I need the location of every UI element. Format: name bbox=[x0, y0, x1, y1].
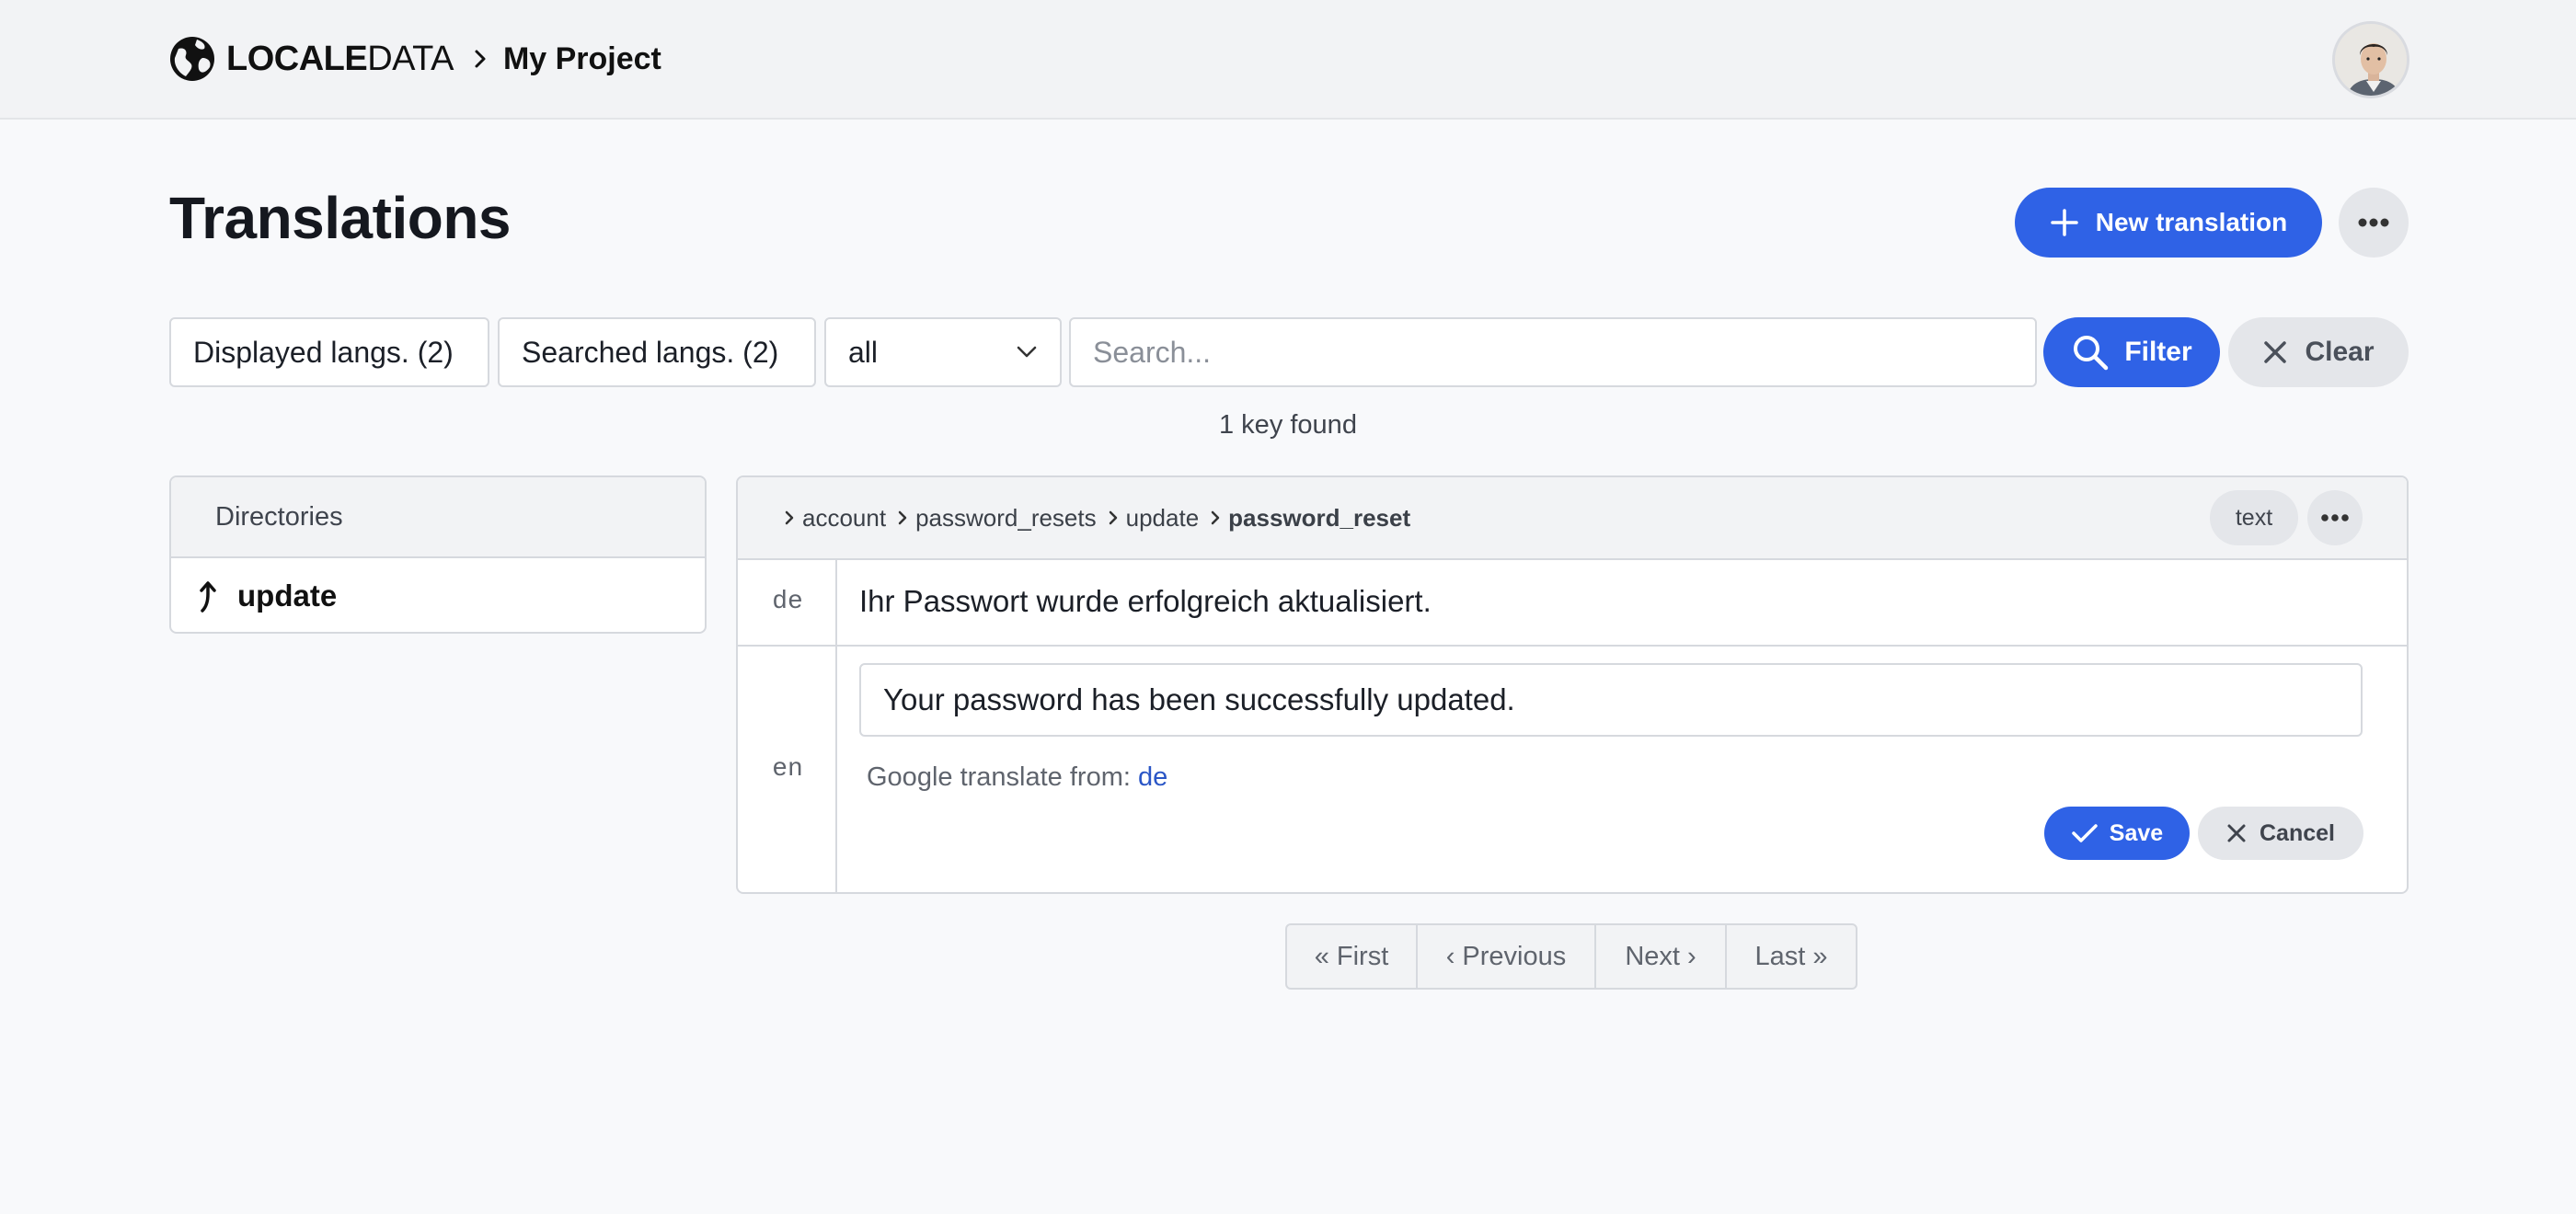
more-options-button[interactable] bbox=[2339, 188, 2409, 258]
ellipsis-icon bbox=[2321, 514, 2349, 521]
lang-cell: en bbox=[738, 647, 837, 892]
results-count: 1 key found bbox=[1219, 410, 1357, 440]
new-translation-label: New translation bbox=[2095, 208, 2288, 236]
searched-langs-label: Searched langs. (2) bbox=[522, 335, 779, 369]
key-path-label: account bbox=[802, 503, 887, 532]
directory-item-label: update bbox=[237, 578, 338, 613]
check-icon bbox=[2072, 824, 2098, 842]
translation-input-value: Your password has been successfully upda… bbox=[883, 682, 1515, 716]
key-path-segment[interactable]: update bbox=[1106, 503, 1200, 533]
search-placeholder: Search... bbox=[1093, 335, 1212, 369]
scope-select[interactable]: all bbox=[824, 317, 1062, 387]
chevron-right-icon bbox=[1109, 510, 1117, 525]
key-more-button[interactable] bbox=[2307, 490, 2363, 545]
translation-card: account password_resets update password_… bbox=[736, 475, 2409, 894]
directory-item[interactable]: update bbox=[171, 558, 705, 632]
chevron-right-icon bbox=[898, 510, 907, 525]
pagination-next[interactable]: Next › bbox=[1596, 925, 1727, 988]
displayed-langs-button[interactable]: Displayed langs. (2) bbox=[169, 317, 489, 387]
scope-select-value: all bbox=[848, 335, 879, 369]
key-path-label: update bbox=[1125, 503, 1200, 532]
filter-button[interactable]: Filter bbox=[2043, 317, 2220, 387]
directories-heading: Directories bbox=[171, 477, 705, 558]
close-icon bbox=[2227, 824, 2246, 842]
search-input[interactable]: Search... bbox=[1069, 317, 2037, 387]
breadcrumb: LOCALEDATA My Project bbox=[169, 35, 661, 83]
key-path-segment[interactable]: password_resets bbox=[895, 504, 1097, 533]
brand-logo[interactable]: LOCALEDATA bbox=[226, 40, 454, 79]
lang-cell: de bbox=[738, 560, 837, 645]
chevron-right-icon bbox=[1211, 510, 1220, 525]
lang-label-de: de bbox=[772, 588, 803, 616]
translation-row-de: de Ihr Passwort wurde erfolgreich aktual… bbox=[738, 560, 2407, 647]
searched-langs-button[interactable]: Searched langs. (2) bbox=[498, 317, 816, 387]
key-path-segment[interactable]: account bbox=[782, 504, 886, 533]
search-icon bbox=[2074, 336, 2109, 371]
plus-icon bbox=[2051, 209, 2078, 236]
arrow-up-turn-icon bbox=[200, 581, 216, 613]
chevron-down-icon bbox=[1017, 346, 1037, 358]
translation-input-en[interactable]: Your password has been successfully upda… bbox=[859, 663, 2363, 737]
pagination: « First ‹ Previous Next › Last » bbox=[1285, 923, 1857, 990]
page-title: Translations bbox=[169, 185, 512, 251]
clear-label: Clear bbox=[2305, 337, 2375, 367]
breadcrumb-project[interactable]: My Project bbox=[503, 41, 661, 77]
new-translation-button[interactable]: New translation bbox=[2015, 188, 2322, 258]
clear-button[interactable]: Clear bbox=[2228, 317, 2409, 387]
key-path-label: password_resets bbox=[915, 503, 1097, 532]
close-icon bbox=[2264, 341, 2287, 363]
filter-label: Filter bbox=[2124, 337, 2192, 367]
cancel-button[interactable]: Cancel bbox=[2198, 807, 2363, 860]
chevron-right-icon bbox=[475, 50, 486, 68]
pagination-previous[interactable]: ‹ Previous bbox=[1418, 925, 1596, 988]
translation-row-en: en Your password has been successfully u… bbox=[738, 647, 2407, 892]
google-translate-label: Google translate from: bbox=[867, 762, 1131, 792]
google-translate-link[interactable]: de bbox=[1138, 762, 1167, 792]
avatar[interactable] bbox=[2332, 21, 2409, 98]
globe-icon bbox=[169, 36, 215, 82]
lang-label-en: en bbox=[772, 755, 803, 784]
google-translate-hint: Google translate from: de bbox=[867, 762, 1167, 793]
displayed-langs-label: Displayed langs. (2) bbox=[193, 335, 454, 369]
pagination-first[interactable]: « First bbox=[1287, 925, 1418, 988]
save-label: Save bbox=[2109, 819, 2164, 846]
translation-text-de[interactable]: Ihr Passwort wurde erfolgreich aktualisi… bbox=[859, 584, 1432, 619]
directories-panel: Directories update bbox=[169, 475, 707, 634]
ellipsis-icon bbox=[2358, 218, 2389, 227]
save-button[interactable]: Save bbox=[2044, 807, 2190, 860]
chevron-right-icon bbox=[785, 510, 794, 525]
pagination-last[interactable]: Last » bbox=[1727, 925, 1856, 988]
key-name: password_reset bbox=[1208, 504, 1410, 533]
key-path: account password_resets update password_… bbox=[738, 477, 2407, 560]
cancel-label: Cancel bbox=[2260, 819, 2335, 846]
key-name-label: password_reset bbox=[1228, 503, 1411, 532]
top-bar: LOCALEDATA My Project bbox=[0, 0, 2576, 120]
key-type-badge[interactable]: text bbox=[2210, 490, 2298, 545]
